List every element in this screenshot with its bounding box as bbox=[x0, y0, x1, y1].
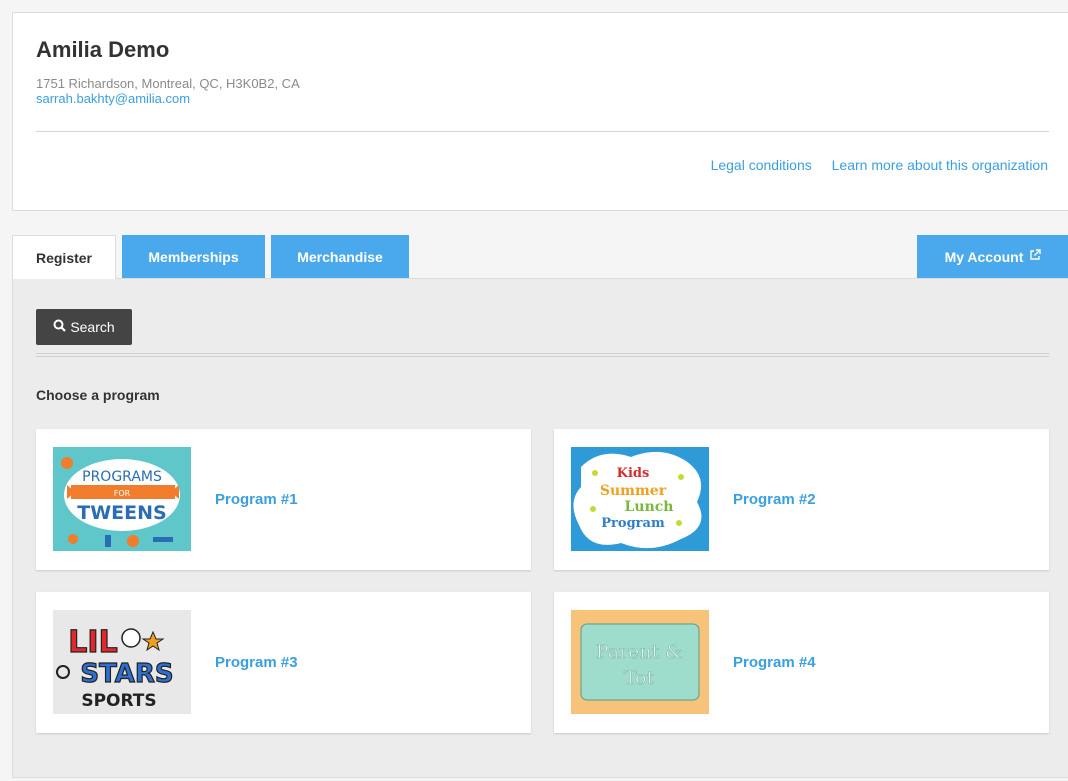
program-title[interactable]: Program #2 bbox=[733, 491, 816, 508]
external-link-icon bbox=[1029, 249, 1042, 264]
search-button[interactable]: Search bbox=[36, 309, 132, 345]
program-card-3[interactable]: LIL STARS SPORTS Program #3 bbox=[36, 592, 531, 733]
learn-more-link[interactable]: Learn more about this organization bbox=[832, 157, 1048, 173]
program-title[interactable]: Program #1 bbox=[215, 491, 298, 508]
thumb-text: Program bbox=[601, 516, 665, 531]
my-account-label: My Account bbox=[944, 248, 1024, 265]
thumb-text: Lunch bbox=[625, 499, 674, 515]
tab-memberships[interactable]: Memberships bbox=[122, 235, 265, 278]
register-panel: Search Choose a program PROGRAMS FOR TWE… bbox=[12, 278, 1068, 778]
organization-address: 1751 Richardson, Montreal, QC, H3K0B2, C… bbox=[36, 76, 300, 91]
program-card-2[interactable]: Kids Summer Lunch Program Program #2 bbox=[554, 429, 1049, 570]
thumb-text: TWEENS bbox=[77, 502, 166, 524]
thumb-text: Summer bbox=[600, 483, 667, 499]
my-account-button[interactable]: My Account bbox=[917, 235, 1068, 278]
program-card-1[interactable]: PROGRAMS FOR TWEENS Program #1 bbox=[36, 429, 531, 570]
divider bbox=[36, 131, 1049, 132]
divider bbox=[36, 353, 1049, 357]
organization-card: Amilia Demo 1751 Richardson, Montreal, Q… bbox=[12, 12, 1068, 211]
program-3-image: LIL STARS SPORTS bbox=[53, 610, 191, 714]
program-1-image: PROGRAMS FOR TWEENS bbox=[53, 447, 191, 551]
section-title: Choose a program bbox=[36, 387, 160, 403]
program-4-image: Parent & Tot bbox=[571, 610, 709, 714]
legal-conditions-link[interactable]: Legal conditions bbox=[711, 157, 812, 173]
thumb-text: STARS bbox=[80, 659, 173, 689]
thumb-text: FOR bbox=[114, 489, 131, 498]
program-title[interactable]: Program #4 bbox=[733, 654, 816, 671]
organization-name: Amilia Demo bbox=[36, 37, 170, 62]
thumb-text: Tot bbox=[624, 667, 655, 689]
tab-register[interactable]: Register bbox=[12, 235, 116, 279]
thumb-text: PROGRAMS bbox=[82, 469, 162, 485]
organization-email-link[interactable]: sarrah.bakhty@amilia.com bbox=[36, 91, 190, 106]
search-icon bbox=[53, 319, 67, 335]
organization-links: Legal conditions Learn more about this o… bbox=[695, 157, 1048, 173]
thumb-text: SPORTS bbox=[81, 691, 156, 711]
thumb-text: Parent & bbox=[596, 641, 682, 663]
program-title[interactable]: Program #3 bbox=[215, 654, 298, 671]
thumb-text: LIL bbox=[68, 625, 117, 660]
program-2-image: Kids Summer Lunch Program bbox=[571, 447, 709, 551]
thumb-text: Kids bbox=[617, 466, 650, 481]
tab-merchandise[interactable]: Merchandise bbox=[271, 235, 409, 278]
program-card-4[interactable]: Parent & Tot Program #4 bbox=[554, 592, 1049, 733]
search-label: Search bbox=[70, 319, 115, 335]
